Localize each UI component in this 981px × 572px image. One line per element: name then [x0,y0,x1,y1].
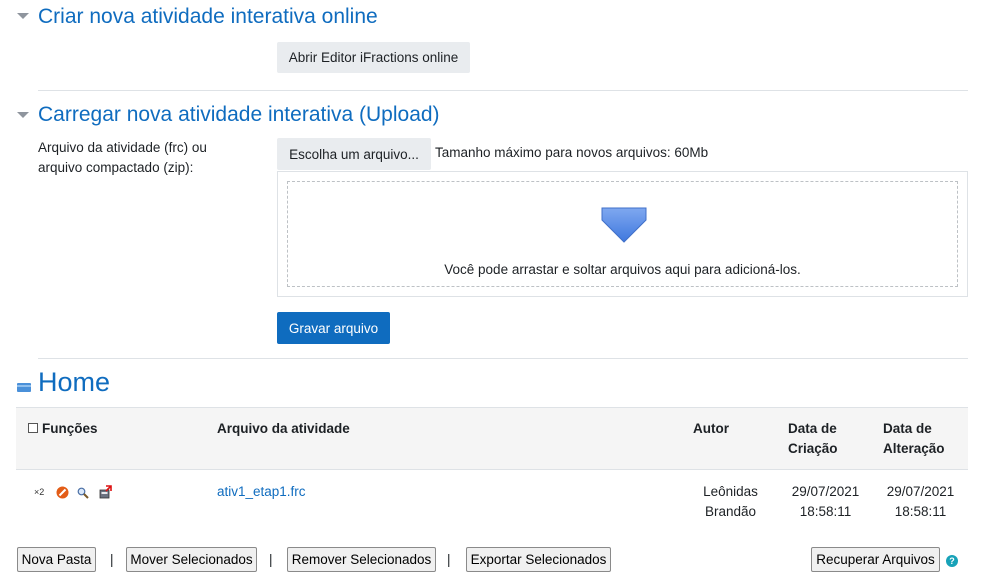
help-icon-glyph: ? [949,556,955,566]
file-field-label: Arquivo da atividade (frc) ou arquivo co… [38,140,207,175]
new-folder-button[interactable]: Nova Pasta [17,547,96,572]
header-author: Autor [693,421,729,436]
modified-time: 18:58:11 [894,504,947,519]
files-table: Funções Arquivo da atividade Autor Data … [16,407,968,527]
separator: | [110,552,114,567]
header-modified: Data de Alteração [883,421,945,456]
section-title-create[interactable]: Criar nova atividade interativa online [38,5,378,29]
move-selected-button[interactable]: Mover Selecionados [126,547,257,572]
author-cell: Leônidas Brandão [703,484,758,519]
delete-icon[interactable] [56,486,69,499]
export-icon[interactable] [99,485,112,499]
folder-icon [17,383,31,392]
header-file: Arquivo da atividade [217,421,350,436]
divider [38,90,968,91]
export-selected-button[interactable]: Exportar Selecionados [466,547,611,572]
collapse-caret-icon[interactable] [17,13,29,19]
max-size-text: Tamanho máximo para novos arquivos: 60Mb [435,145,709,160]
open-editor-button[interactable]: Abrir Editor iFractions online [277,42,470,73]
help-icon[interactable]: ? [946,555,958,567]
duplicate-icon[interactable]: ×2 [34,487,44,497]
remove-selected-button[interactable]: Remover Selecionados [287,547,436,572]
section-title-upload[interactable]: Carregar nova atividade interativa (Uplo… [38,103,440,127]
recover-files-button[interactable]: Recuperar Arquivos [811,547,940,572]
download-arrow-icon [601,207,647,243]
header-created: Data de Criação [788,421,838,456]
collapse-caret-icon[interactable] [17,112,29,118]
separator: | [447,552,451,567]
modified-date: 29/07/2021 [886,484,955,499]
choose-file-button[interactable]: Escolha um arquivo... [277,138,431,170]
drop-hint-text: Você pode arrastar e soltar arquivos aqu… [444,262,801,277]
save-file-button[interactable]: Gravar arquivo [277,312,390,344]
folder-title: Home [38,367,111,397]
created-time: 18:58:11 [799,504,852,519]
created-date: 29/07/2021 [791,484,860,499]
header-functions: Funções [42,421,98,436]
select-all-checkbox[interactable] [28,423,38,433]
separator: | [269,552,273,567]
preview-icon[interactable] [77,487,89,499]
file-link[interactable]: ativ1_etap1.frc [217,482,306,502]
file-dropzone[interactable]: Você pode arrastar e soltar arquivos aqu… [277,171,968,297]
divider [38,358,968,359]
